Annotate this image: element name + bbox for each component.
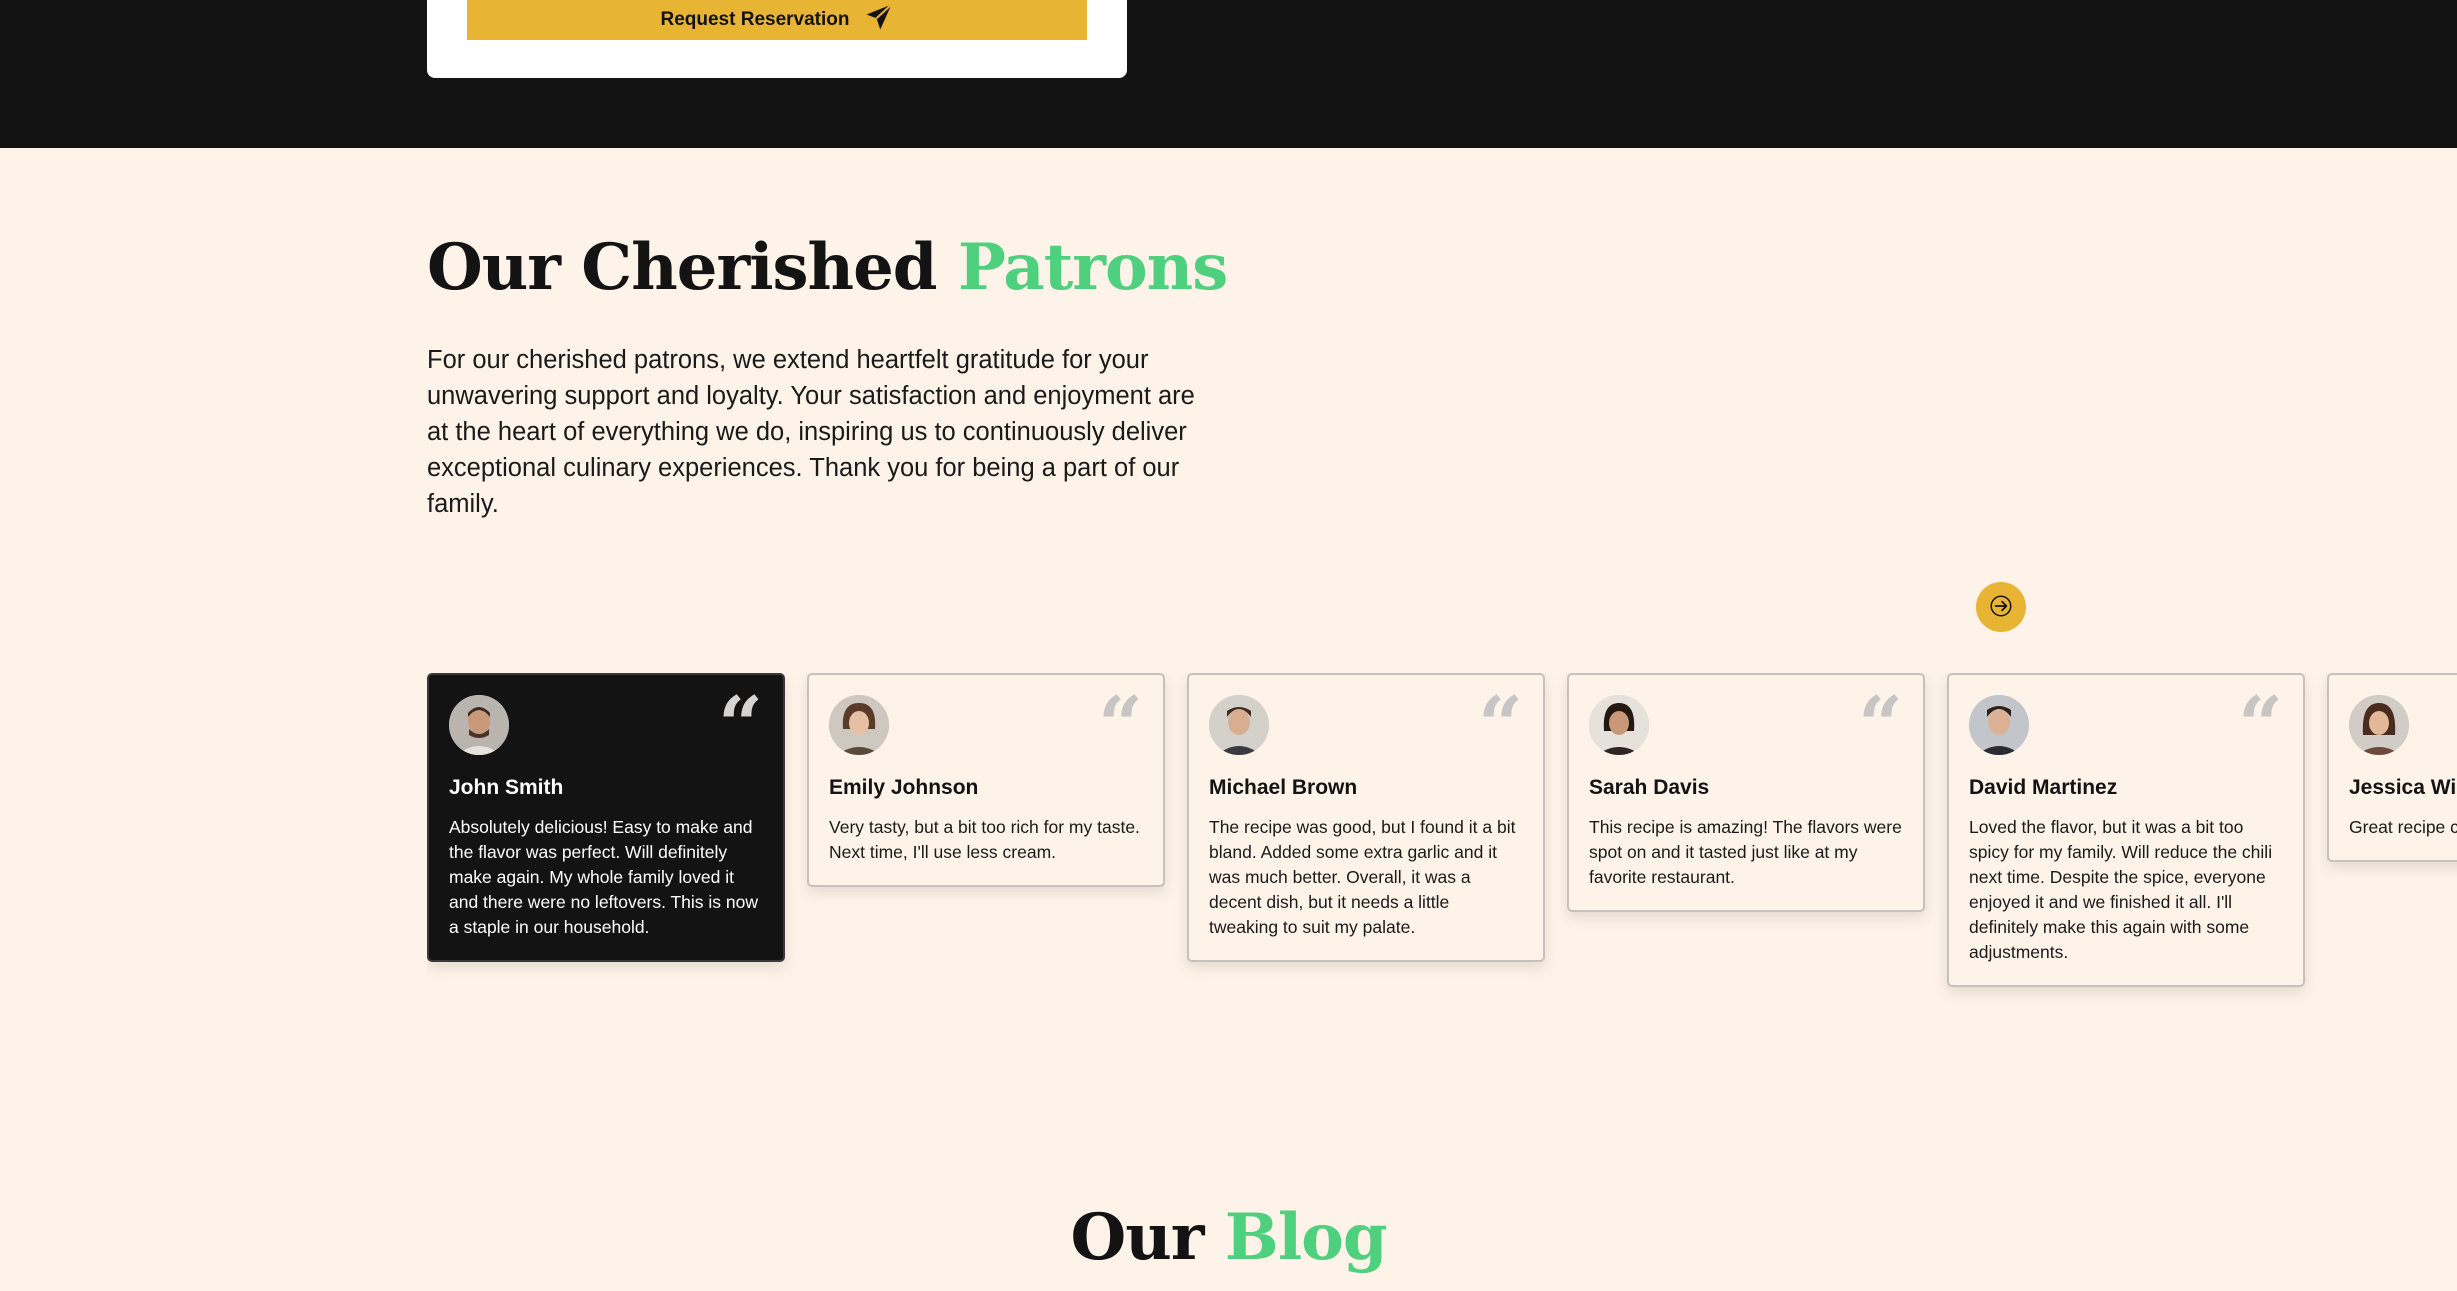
carousel-next-button[interactable] [1976, 582, 2026, 632]
patrons-section-title: Our Cherished Patrons [427, 225, 1228, 311]
review-card: “ David Martinez Loved the flavor, but i… [1947, 673, 2305, 987]
reviewer-avatar [829, 695, 889, 755]
reviewer-name: Sarah Davis [1589, 776, 1710, 799]
review-text: Loved the flavor, but it was a bit too s… [1969, 817, 2273, 962]
reviewer-avatar [1589, 695, 1649, 755]
request-reservation-label: Request Reservation [660, 8, 850, 30]
review-card: “ Jessica Wi Great recipe cook than ex t… [2327, 673, 2457, 862]
quote-icon: “ [718, 680, 763, 771]
top-dark-band [0, 0, 2457, 148]
review-text: Great recipe cook than ex though! [2349, 817, 2457, 837]
review-card: “ Sarah Davis This recipe is amazing! Th… [1567, 673, 1925, 912]
request-reservation-button[interactable]: Request Reservation [467, 0, 1087, 40]
review-card: “ Michael Brown The recipe was good, but… [1187, 673, 1545, 962]
paper-plane-icon [864, 2, 894, 38]
blog-section-title: Our Blog [0, 1195, 2457, 1281]
quote-icon: “ [2238, 680, 2283, 771]
reviewer-avatar [449, 695, 509, 755]
quote-icon: “ [1858, 680, 1903, 771]
review-card: “ Emily Johnson Very tasty, but a bit to… [807, 673, 1165, 887]
quote-icon: “ [1098, 680, 1143, 771]
review-text: Very tasty, but a bit too rich for my ta… [829, 817, 1140, 862]
reviewer-name: Emily Johnson [829, 776, 979, 799]
review-text: This recipe is amazing! The flavors were… [1589, 817, 1902, 887]
reviewer-avatar [1969, 695, 2029, 755]
reservation-card: Request Reservation [427, 0, 1127, 78]
reviews-carousel[interactable]: “ John Smith Absolutely delicious! Easy … [427, 673, 2457, 1003]
blog-title-main: Our [1070, 1200, 1204, 1275]
review-text: Absolutely delicious! Easy to make and t… [449, 817, 759, 937]
reviewer-name: John Smith [449, 776, 564, 799]
patrons-title-accent: Patrons [957, 230, 1228, 305]
reviewer-name: Jessica Wi [2349, 776, 2457, 799]
review-text: The recipe was good, but I found it a bi… [1209, 817, 1516, 937]
quote-icon: “ [1478, 680, 1523, 771]
reviewer-name: David Martinez [1969, 776, 2118, 799]
arrow-right-icon [1988, 593, 2014, 622]
blog-title-accent: Blog [1224, 1200, 1388, 1275]
reviewer-avatar [1209, 695, 1269, 755]
patrons-intro-text: For our cherished patrons, we extend hea… [427, 346, 1195, 518]
review-card: “ John Smith Absolutely delicious! Easy … [427, 673, 785, 962]
reviewer-avatar [2349, 695, 2409, 755]
patrons-title-main: Our Cherished [427, 230, 938, 305]
reviewer-name: Michael Brown [1209, 776, 1358, 799]
